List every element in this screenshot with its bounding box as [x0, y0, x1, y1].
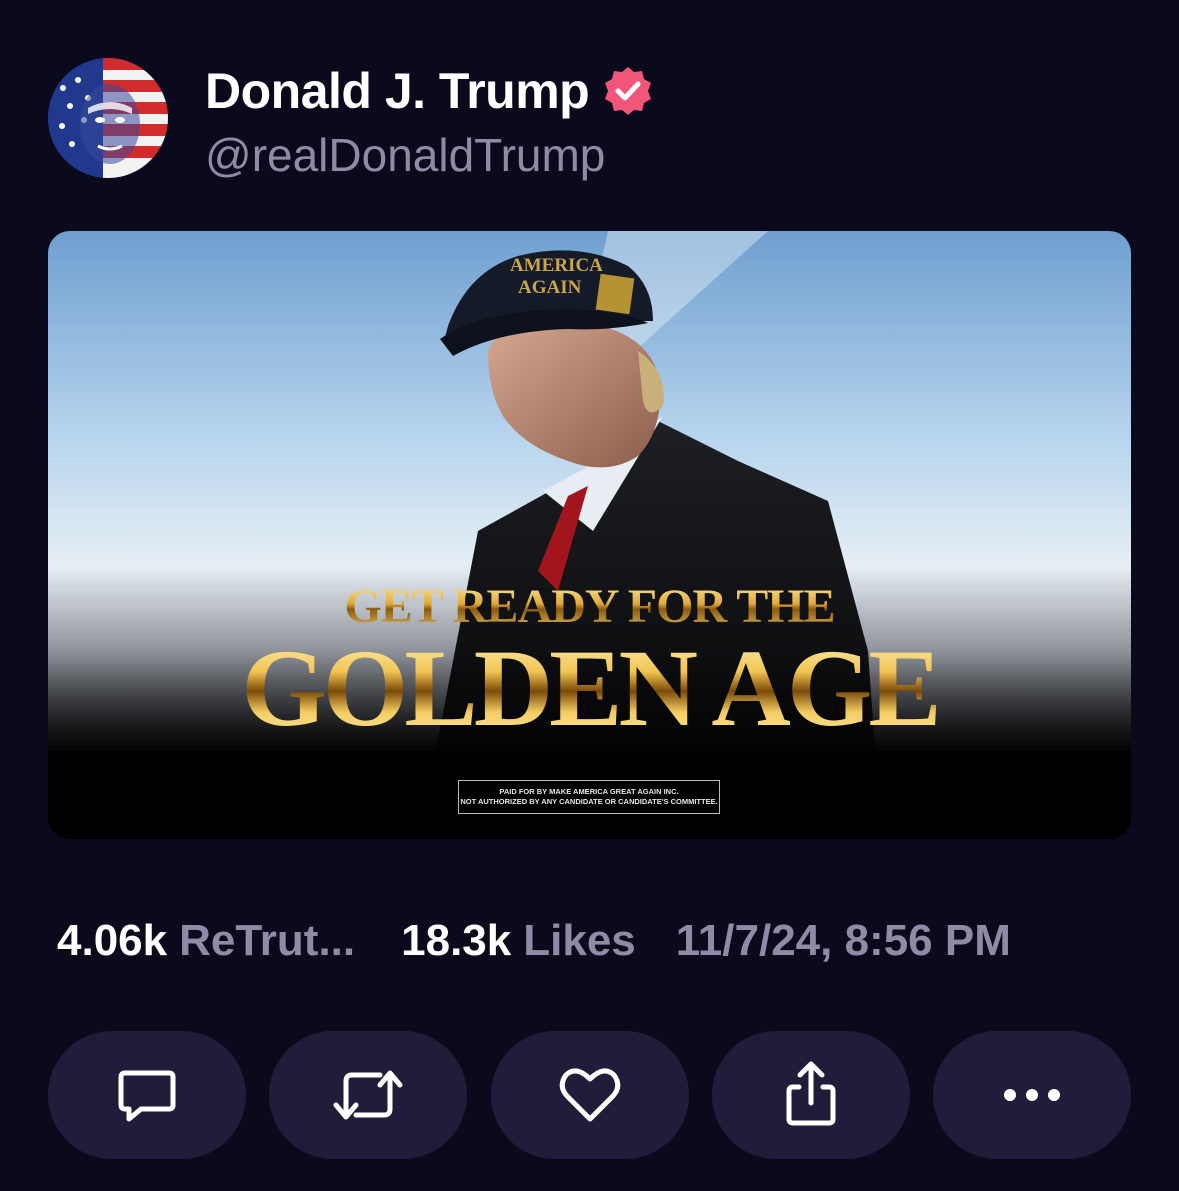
like-button[interactable] [490, 1031, 689, 1159]
more-options-button[interactable] [933, 1031, 1131, 1159]
media-disclaimer: PAID FOR BY MAKE AMERICA GREAT AGAIN INC… [458, 780, 720, 814]
post-stats: 4.06k ReTrut... 18.3k Likes 11/7/24, 8:5… [57, 916, 1011, 966]
avatar[interactable] [48, 58, 168, 178]
author-display-name[interactable]: Donald J. Trump [205, 62, 590, 120]
retruth-icon [333, 1070, 403, 1120]
post-media-image[interactable]: AMERICA AGAIN GET READY FOR THE GOLDEN A… [48, 231, 1131, 839]
disclaimer-line-1: PAID FOR BY MAKE AMERICA GREAT AGAIN INC… [499, 786, 679, 796]
post-timestamp: 11/7/24, 8:56 PM [675, 916, 1011, 965]
cap-text-2: AGAIN [518, 277, 582, 298]
heart-icon [559, 1068, 620, 1122]
author-handle[interactable]: @realDonaldTrump [205, 128, 605, 182]
share-icon [786, 1061, 836, 1126]
likes-count[interactable]: 18.3k [401, 916, 511, 966]
cap-text-1: AMERICA [510, 255, 603, 276]
disclaimer-line-2: NOT AUTHORIZED BY ANY CANDIDATE OR CANDI… [460, 797, 718, 806]
truth-post: Donald J. Trump @realDonaldTrump AMERICA… [0, 0, 1179, 1191]
likes-label[interactable]: Likes [523, 916, 636, 966]
avatar-image [48, 58, 168, 178]
retruth-button[interactable] [269, 1031, 468, 1159]
verified-badge-icon [605, 67, 652, 115]
retruths-label[interactable]: ReTrut... [179, 916, 355, 966]
share-button[interactable] [711, 1031, 910, 1159]
action-bar [48, 1031, 1131, 1159]
comment-button[interactable] [48, 1031, 246, 1159]
author-name-row: Donald J. Trump [205, 62, 655, 120]
media-headline-top: GET READY FOR THE [48, 579, 1131, 634]
more-icon [1004, 1089, 1060, 1101]
comment-icon [118, 1070, 176, 1122]
media-headline-main: GOLDEN AGE [48, 630, 1131, 747]
retruths-count[interactable]: 4.06k [57, 916, 167, 966]
